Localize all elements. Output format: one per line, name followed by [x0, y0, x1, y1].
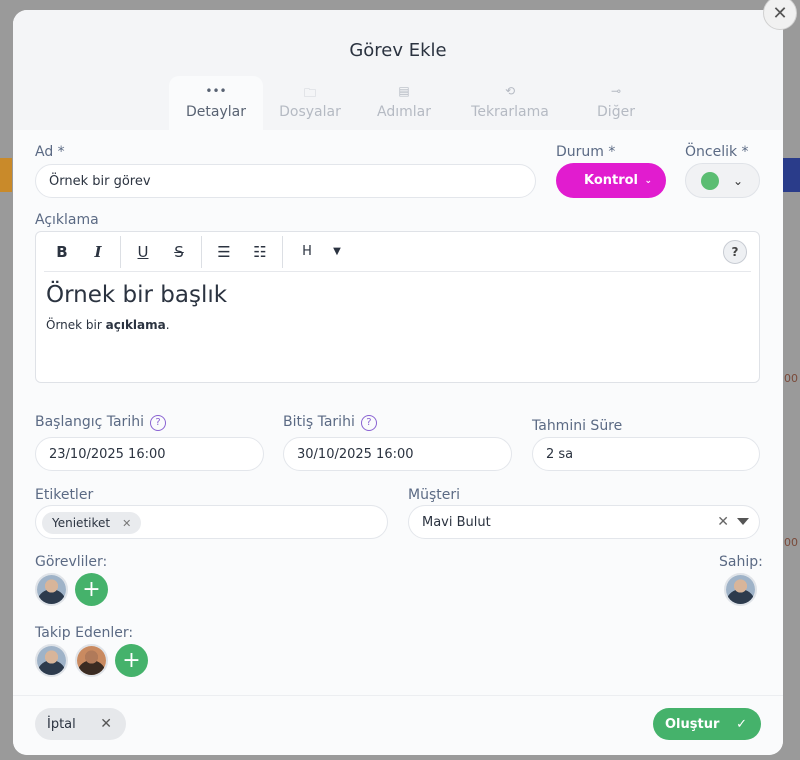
heading-dropdown[interactable]: ▼: [327, 236, 347, 268]
add-task-modal: Görev Ekle ••• Detaylar 🗀 Dosyalar ▤ Adımla…: [13, 10, 783, 755]
toolbar-divider: [120, 235, 121, 268]
status-select[interactable]: Kontrol ⌄: [556, 163, 666, 198]
tab-label: Diğer: [597, 104, 635, 120]
close-icon: ✕: [772, 2, 788, 24]
estimate-input[interactable]: 2 sa: [532, 437, 760, 471]
tab-label: Detaylar: [186, 104, 246, 120]
remove-tag-icon[interactable]: ✕: [122, 517, 131, 530]
estimate-label: Tahmini Süre: [532, 418, 623, 434]
ordered-list-button[interactable]: ☰: [206, 236, 242, 268]
settings-slider-icon: ⊸: [610, 84, 622, 98]
customer-value: Mavi Bulut: [422, 514, 491, 530]
tags-label: Etiketler: [35, 487, 94, 503]
folder-icon: 🗀: [303, 86, 316, 100]
tab-steps[interactable]: ▤ Adımlar: [357, 76, 451, 130]
end-date-label: Bitiş Tarihi?: [283, 414, 377, 431]
start-date-label: Başlangıç Tarihi?: [35, 414, 166, 431]
tag-chip: Yenietiket ✕: [42, 512, 142, 534]
create-button[interactable]: Oluştur ✓: [653, 708, 761, 740]
avatar[interactable]: [35, 644, 68, 677]
avatar[interactable]: [724, 573, 757, 606]
background-task-marker: [780, 158, 800, 192]
editor-toolbar: B I U S ☰ ☷ H ▼ ?: [44, 232, 751, 272]
start-date-input[interactable]: 23/10/2025 16:00: [35, 437, 264, 471]
chevron-down-icon: ⌄: [644, 175, 652, 186]
tab-label: Adımlar: [377, 104, 431, 120]
modal-body: Ad * Örnek bir görev Durum * Kontrol ⌄ Ön…: [13, 130, 783, 695]
name-label: Ad *: [35, 144, 65, 160]
description-label: Açıklama: [35, 212, 99, 228]
tab-recurrence[interactable]: ⟲ Tekrarlama: [451, 76, 569, 130]
italic-button[interactable]: I: [80, 236, 116, 268]
priority-select[interactable]: ⌄: [685, 163, 760, 198]
name-input[interactable]: Örnek bir görev: [35, 164, 536, 198]
tags-input[interactable]: Yenietiket ✕: [35, 505, 388, 539]
followers-label: Takip Edenler:: [35, 625, 134, 641]
ordered-list-icon: ☰: [217, 242, 231, 261]
clear-icon[interactable]: ✕: [717, 514, 729, 530]
tab-other[interactable]: ⊸ Diğer: [569, 76, 663, 130]
toolbar-divider: [282, 235, 283, 268]
avatar[interactable]: [75, 644, 108, 677]
plus-icon: +: [82, 577, 101, 602]
cancel-button[interactable]: İptal ✕: [35, 708, 126, 740]
status-label: Durum *: [556, 144, 616, 160]
tab-bar: ••• Detaylar 🗀 Dosyalar ▤ Adımlar ⟲ Tekrarla…: [169, 76, 663, 130]
modal-header: Görev Ekle ••• Detaylar 🗀 Dosyalar ▤ Adımla…: [13, 10, 783, 130]
add-follower-button[interactable]: +: [115, 644, 148, 677]
customer-label: Müşteri: [408, 487, 460, 503]
customer-select[interactable]: Mavi Bulut ✕: [408, 505, 760, 539]
chevron-down-icon: ⌄: [733, 173, 744, 188]
avatar[interactable]: [35, 573, 68, 606]
bullet-list-icon: ☷: [253, 242, 267, 261]
modal-footer: İptal ✕ Oluştur ✓: [13, 695, 783, 755]
bullet-list-button[interactable]: ☷: [242, 236, 278, 268]
owner-label: Sahip:: [719, 554, 763, 570]
close-icon: ✕: [100, 716, 112, 732]
repeat-icon: ⟲: [504, 84, 516, 98]
background-task-marker: [0, 158, 12, 192]
assignees-label: Görevliler:: [35, 554, 108, 570]
strikethrough-button[interactable]: S: [161, 236, 197, 268]
rich-text-editor[interactable]: B I U S ☰ ☷ H ▼ ? Örnek bir başlık Örnek…: [35, 231, 760, 383]
help-icon[interactable]: ?: [149, 414, 166, 431]
clipboard-icon: ▤: [398, 84, 410, 98]
plus-icon: +: [122, 648, 141, 673]
add-assignee-button[interactable]: +: [75, 573, 108, 606]
status-value: Kontrol: [583, 173, 639, 188]
end-date-input[interactable]: 30/10/2025 16:00: [283, 437, 512, 471]
toolbar-divider: [201, 235, 202, 268]
help-icon[interactable]: ?: [360, 414, 377, 431]
modal-title: Görev Ekle: [349, 40, 447, 61]
tab-files[interactable]: 🗀 Dosyalar: [263, 76, 357, 130]
tab-label: Dosyalar: [279, 104, 341, 120]
help-button[interactable]: ?: [723, 240, 747, 264]
caret-down-icon: ▼: [333, 246, 341, 257]
editor-heading: Örnek bir başlık: [46, 282, 228, 308]
tab-details[interactable]: ••• Detaylar: [169, 76, 263, 130]
background-text: 00: [784, 372, 798, 385]
underline-button[interactable]: U: [125, 236, 161, 268]
priority-label: Öncelik *: [685, 144, 749, 160]
check-icon: ✓: [736, 716, 747, 732]
bold-button[interactable]: B: [44, 236, 80, 268]
priority-dot: [701, 171, 719, 190]
tab-label: Tekrarlama: [471, 104, 549, 120]
editor-paragraph: Örnek bir açıklama.: [46, 318, 170, 332]
more-horiz-icon: •••: [205, 84, 227, 98]
caret-down-icon[interactable]: [737, 518, 749, 525]
heading-button[interactable]: H: [287, 236, 327, 268]
